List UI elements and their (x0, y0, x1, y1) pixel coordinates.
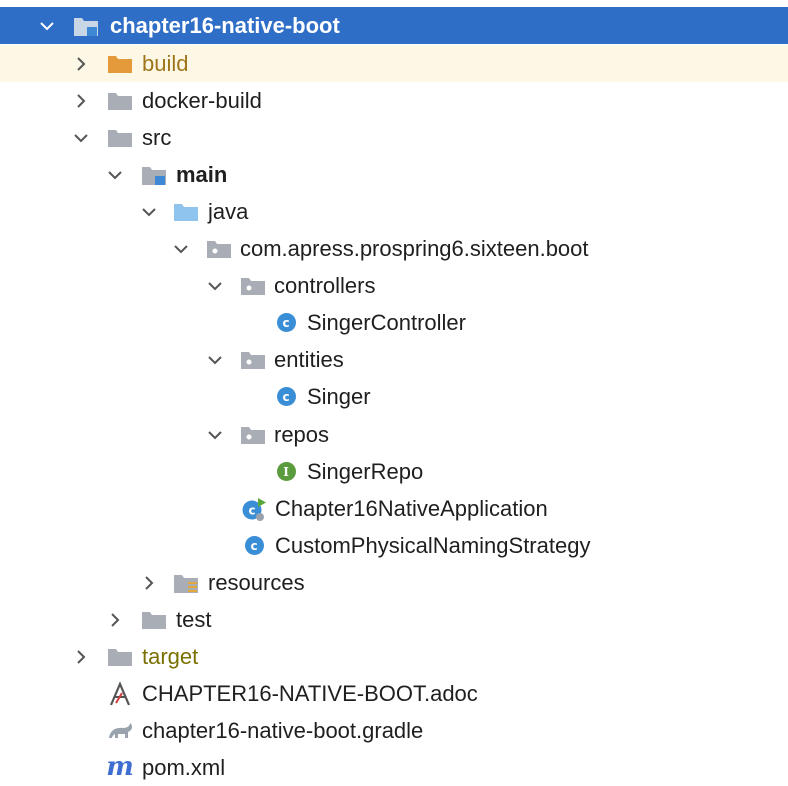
class-icon: c (272, 304, 300, 341)
chevron-right-icon[interactable] (72, 82, 90, 119)
chevron-right-icon[interactable] (106, 601, 124, 638)
tree-label-singer-controller: SingerController (307, 310, 466, 335)
class-badge: c (244, 536, 264, 555)
folder-icon (140, 601, 168, 638)
tree-label-singer: Singer (307, 384, 371, 409)
tree-label-src: src (142, 125, 172, 150)
folder-icon (106, 82, 134, 119)
class-icon: c (272, 378, 300, 415)
tree-label-resources: resources (208, 570, 305, 595)
tree-label-pom: pom.xml (142, 755, 226, 780)
tree-label-root: chapter16-native-boot (110, 13, 340, 38)
chevron-down-icon[interactable] (140, 193, 158, 230)
chevron-down-icon[interactable] (206, 341, 224, 378)
class-badge: c (276, 313, 296, 332)
tree-label-target: target (142, 644, 199, 669)
tree-node-adoc[interactable]: CHAPTER16-NATIVE-BOOT.adoc (0, 675, 788, 712)
package-icon (239, 341, 267, 378)
tree-node-singer-repo[interactable]: I SingerRepo (0, 453, 788, 490)
tree-label-gradle: chapter16-native-boot.gradle (142, 718, 424, 743)
tree-label-repos: repos (274, 422, 330, 447)
tree-node-src[interactable]: src (0, 119, 788, 156)
tree-node-pom[interactable]: m pom.xml (0, 749, 788, 786)
chevron-right-icon[interactable] (140, 564, 158, 601)
tree-node-naming-strategy[interactable]: c CustomPhysicalNamingStrategy (0, 527, 788, 564)
tree-node-controllers[interactable]: controllers (0, 267, 788, 304)
resources-folder-icon (172, 564, 200, 601)
project-tree: chapter16-native-boot build docker-build… (0, 0, 788, 782)
tree-node-singer-controller[interactable]: c SingerController (0, 304, 788, 341)
package-icon (239, 267, 267, 304)
tree-label-java: java (208, 199, 249, 224)
source-root-folder-icon (140, 156, 168, 193)
class-badge: c (276, 387, 296, 406)
folder-icon (106, 119, 134, 156)
tree-node-repos[interactable]: repos (0, 416, 788, 453)
tree-label-main: main (176, 162, 228, 187)
tree-label-adoc: CHAPTER16-NATIVE-BOOT.adoc (142, 681, 478, 706)
tree-label-build: build (142, 51, 189, 76)
tree-label-package: com.apress.prospring6.sixteen.boot (240, 236, 589, 261)
chevron-down-icon[interactable] (72, 119, 90, 156)
tree-node-entities[interactable]: entities (0, 341, 788, 378)
package-icon (239, 416, 267, 453)
tree-label-naming-strategy: CustomPhysicalNamingStrategy (275, 533, 591, 558)
tree-node-resources[interactable]: resources (0, 564, 788, 601)
maven-file-icon: m (106, 749, 134, 786)
interface-badge: I (276, 462, 296, 481)
chevron-right-icon[interactable] (72, 45, 90, 82)
chevron-down-icon[interactable] (206, 267, 224, 304)
tree-label-test: test (176, 607, 212, 632)
chevron-down-icon[interactable] (172, 230, 190, 267)
spring-boot-class-icon: c (240, 490, 268, 527)
tree-label-controllers: controllers (274, 273, 376, 298)
tree-node-application[interactable]: c Chapter16NativeApplication (0, 490, 788, 527)
tree-label-application: Chapter16NativeApplication (275, 496, 548, 521)
chevron-down-icon[interactable] (206, 416, 224, 453)
maven-badge: m (106, 752, 134, 782)
tree-node-build[interactable]: build (0, 45, 788, 82)
tree-node-package[interactable]: com.apress.prospring6.sixteen.boot (0, 230, 788, 267)
module-folder-icon (72, 7, 100, 44)
interface-icon: I (272, 453, 300, 490)
folder-orange-icon (106, 45, 134, 82)
svg-text:c: c (248, 503, 255, 517)
tree-node-gradle[interactable]: chapter16-native-boot.gradle (0, 712, 788, 749)
tree-node-test[interactable]: test (0, 601, 788, 638)
chevron-down-icon[interactable] (38, 7, 56, 44)
folder-icon (106, 638, 134, 675)
gradle-file-icon (106, 712, 134, 749)
package-icon (205, 230, 233, 267)
tree-label-entities: entities (274, 347, 344, 372)
tree-node-java[interactable]: java (0, 193, 788, 230)
tree-node-singer[interactable]: c Singer (0, 378, 788, 415)
asciidoc-file-icon (106, 675, 134, 712)
tree-node-docker-build[interactable]: docker-build (0, 82, 788, 119)
chevron-right-icon[interactable] (72, 638, 90, 675)
chevron-down-icon[interactable] (106, 156, 124, 193)
tree-node-root[interactable]: chapter16-native-boot (0, 7, 788, 44)
tree-node-target[interactable]: target (0, 638, 788, 675)
tree-label-docker-build: docker-build (142, 88, 262, 113)
tree-node-main[interactable]: main (0, 156, 788, 193)
class-icon: c (240, 527, 268, 564)
java-folder-icon (172, 193, 200, 230)
tree-label-singer-repo: SingerRepo (307, 459, 424, 484)
